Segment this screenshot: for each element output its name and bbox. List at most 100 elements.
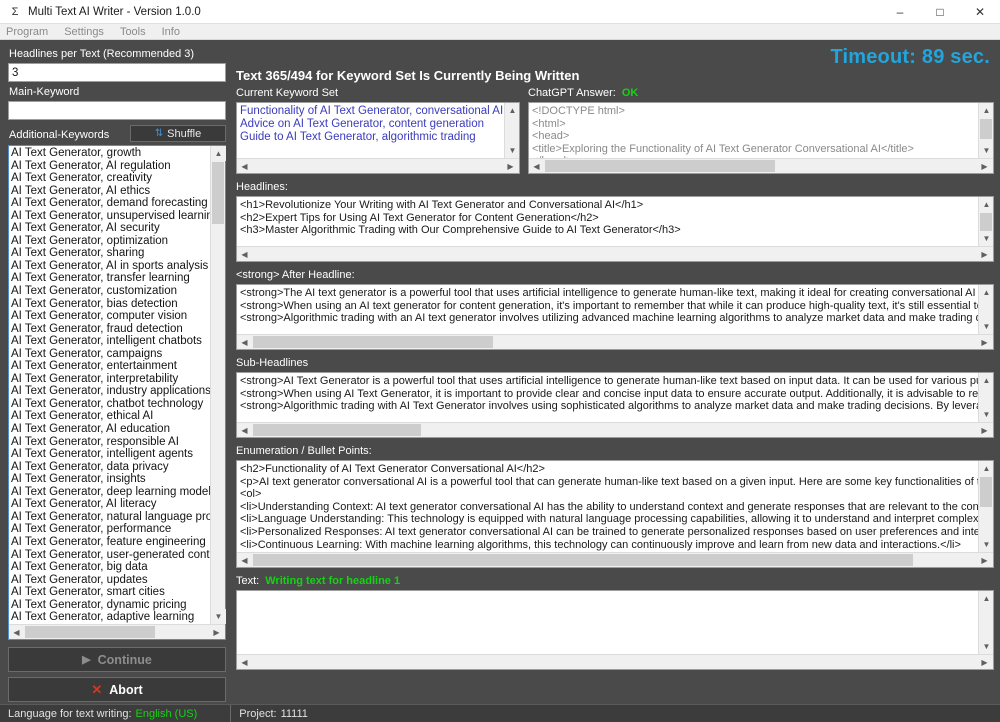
headlines-vertical-scrollbar[interactable]: ▲ ▼ (978, 197, 993, 246)
scroll-right-icon[interactable]: ▶ (978, 423, 993, 438)
list-item: AI Text Generator, intelligent agents (11, 448, 193, 461)
scroll-down-icon[interactable]: ▼ (979, 537, 993, 552)
headlines-horizontal-scrollbar[interactable]: ◀ ▶ (237, 246, 993, 261)
horizontal-scroll-thumb[interactable] (253, 424, 421, 436)
enumeration-line: <li>Personalized Responses: AI text gene… (240, 525, 978, 538)
cks-horizontal-scrollbar[interactable]: ◀ ▶ (237, 158, 519, 173)
scroll-up-icon[interactable]: ▲ (979, 373, 993, 388)
scroll-right-icon[interactable]: ▶ (504, 159, 519, 174)
additional-keywords-listbox[interactable]: AI Text Generator, growth AI Text Generat… (8, 145, 226, 640)
list-item: AI Text Generator, demand forecasting (11, 197, 208, 210)
horizontal-scroll-thumb[interactable] (545, 160, 775, 172)
scroll-up-icon[interactable]: ▲ (979, 103, 993, 118)
headlines-per-text-input[interactable]: 3 (8, 63, 226, 82)
scroll-up-icon[interactable]: ▲ (979, 285, 993, 300)
vertical-scroll-thumb[interactable] (212, 162, 224, 224)
sub-headline-line: <strong>When using AI Text Generator, it… (240, 387, 978, 400)
enumeration-textarea[interactable]: <h2>Functionality of AI Text Generator C… (236, 460, 994, 568)
abort-button[interactable]: ✕ Abort (8, 677, 226, 702)
after-headline-horizontal-scrollbar[interactable]: ◀ ▶ (237, 334, 993, 349)
list-item: AI Text Generator, customization (11, 285, 177, 298)
scroll-up-icon[interactable]: ▲ (505, 103, 519, 118)
scroll-down-icon[interactable]: ▼ (505, 143, 519, 158)
scroll-left-icon[interactable]: ◀ (237, 247, 252, 262)
scroll-down-icon[interactable]: ▼ (979, 143, 993, 158)
gpt-horizontal-scrollbar[interactable]: ◀ ▶ (529, 158, 993, 173)
play-icon: ▶ (82, 654, 91, 666)
scroll-down-icon[interactable]: ▼ (979, 407, 993, 422)
scroll-down-icon[interactable]: ▼ (979, 639, 993, 654)
scroll-right-icon[interactable]: ▶ (978, 553, 993, 568)
scroll-up-icon[interactable]: ▲ (979, 591, 993, 606)
scroll-up-icon[interactable]: ▲ (979, 197, 993, 212)
current-keyword-set-textarea[interactable]: Functionality of AI Text Generator, conv… (236, 102, 520, 174)
scroll-left-icon[interactable]: ◀ (529, 159, 544, 174)
horizontal-scroll-thumb[interactable] (253, 554, 913, 566)
vertical-scroll-thumb[interactable] (980, 213, 992, 231)
text-body[interactable] (237, 591, 978, 654)
scroll-left-icon[interactable]: ◀ (237, 655, 252, 670)
chatgpt-answer-textarea[interactable]: <!DOCTYPE html> <html> <head> <title>Explor… (528, 102, 994, 174)
text-status: Writing text for headline 1 (265, 575, 401, 587)
scroll-left-icon[interactable]: ◀ (237, 335, 252, 350)
scroll-left-icon[interactable]: ◀ (237, 423, 252, 438)
scroll-right-icon[interactable]: ▶ (978, 247, 993, 262)
gpt-vertical-scrollbar[interactable]: ▲ ▼ (978, 103, 993, 158)
horizontal-scroll-thumb[interactable] (253, 336, 493, 348)
menu-settings[interactable]: Settings (56, 24, 112, 40)
enumeration-body[interactable]: <h2>Functionality of AI Text Generator C… (237, 461, 978, 552)
close-button[interactable]: ✕ (960, 0, 1000, 23)
menu-info[interactable]: Info (154, 24, 188, 40)
continue-button[interactable]: ▶ Continue (8, 647, 226, 672)
cks-vertical-scrollbar[interactable]: ▲ ▼ (504, 103, 519, 158)
enumeration-vertical-scrollbar[interactable]: ▲ ▼ (978, 461, 993, 552)
list-item: AI Text Generator, responsible AI (11, 435, 179, 448)
chatgpt-answer-body[interactable]: <!DOCTYPE html> <html> <head> <title>Explor… (529, 103, 978, 158)
scroll-left-icon[interactable]: ◀ (9, 625, 24, 640)
sub-headlines-textarea[interactable]: <strong>AI Text Generator is a powerful … (236, 372, 994, 438)
scroll-right-icon[interactable]: ▶ (978, 159, 993, 174)
after-headline-vertical-scrollbar[interactable]: ▲ ▼ (978, 285, 993, 334)
vertical-scroll-thumb[interactable] (980, 477, 992, 507)
list-item: AI Text Generator, adaptive learning (11, 611, 195, 624)
text-vertical-scrollbar[interactable]: ▲ ▼ (978, 591, 993, 654)
list-item: AI Text Generator, AI regulation (11, 159, 171, 172)
headlines-label: Headlines: (236, 181, 288, 193)
scroll-up-icon[interactable]: ▲ (211, 146, 226, 161)
shuffle-button[interactable]: ⇅ Shuffle (130, 125, 226, 142)
text-horizontal-scrollbar[interactable]: ◀ ▶ (237, 654, 993, 669)
scroll-down-icon[interactable]: ▼ (211, 609, 226, 624)
menu-tools[interactable]: Tools (112, 24, 154, 40)
minimize-button[interactable]: – (880, 0, 920, 23)
horizontal-scroll-thumb[interactable] (25, 626, 155, 638)
headlines-body[interactable]: <h1>Revolutionize Your Writing with AI T… (237, 197, 978, 246)
sub-headlines-horizontal-scrollbar[interactable]: ◀ ▶ (237, 422, 993, 437)
scroll-up-icon[interactable]: ▲ (979, 461, 993, 476)
vertical-scroll-thumb[interactable] (980, 119, 992, 139)
keyword-list-horizontal-scrollbar[interactable]: ◀ ▶ (9, 624, 225, 639)
scroll-left-icon[interactable]: ◀ (237, 553, 252, 568)
current-keyword-set-body[interactable]: Functionality of AI Text Generator, conv… (237, 103, 504, 158)
text-label: Text: (236, 575, 260, 587)
maximize-button[interactable]: □ (920, 0, 960, 23)
scroll-down-icon[interactable]: ▼ (979, 231, 993, 246)
scroll-down-icon[interactable]: ▼ (979, 319, 993, 334)
after-headline-body[interactable]: <strong>The AI text generator is a power… (237, 285, 978, 334)
keyword-list[interactable]: AI Text Generator, growth AI Text Generat… (9, 146, 225, 624)
enumeration-horizontal-scrollbar[interactable]: ◀ ▶ (237, 552, 993, 567)
text-textarea[interactable]: ▲ ▼ ◀ ▶ (236, 590, 994, 670)
headlines-textarea[interactable]: <h1>Revolutionize Your Writing with AI T… (236, 196, 994, 262)
scroll-left-icon[interactable]: ◀ (237, 159, 252, 174)
sub-headlines-vertical-scrollbar[interactable]: ▲ ▼ (978, 373, 993, 422)
scroll-right-icon[interactable]: ▶ (978, 655, 993, 670)
keyword-list-vertical-scrollbar[interactable]: ▲ ▼ (210, 146, 226, 624)
scroll-right-icon[interactable]: ▶ (978, 335, 993, 350)
sub-headlines-body[interactable]: <strong>AI Text Generator is a powerful … (237, 373, 978, 422)
shuffle-button-label: Shuffle (167, 127, 202, 140)
main-keyword-input[interactable] (8, 101, 226, 120)
menu-program[interactable]: Program (0, 24, 56, 40)
list-item: AI Text Generator, entertainment (11, 360, 177, 373)
list-item: AI Text Generator, transfer learning (11, 272, 190, 285)
scroll-right-icon[interactable]: ▶ (210, 625, 225, 640)
after-headline-textarea[interactable]: <strong>The AI text generator is a power… (236, 284, 994, 350)
